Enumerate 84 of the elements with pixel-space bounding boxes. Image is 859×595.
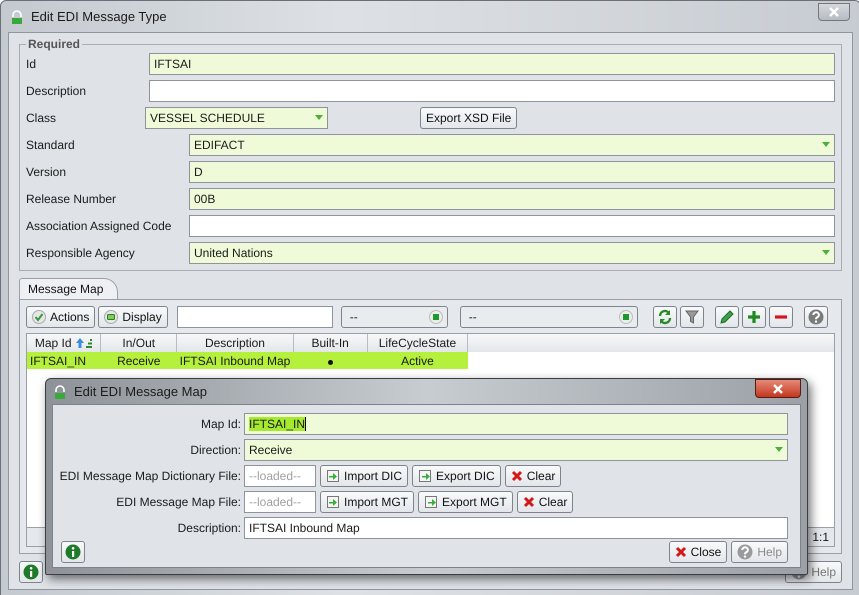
help-button[interactable] xyxy=(804,306,828,328)
info-icon xyxy=(65,544,81,560)
caret-icon xyxy=(822,250,830,256)
column-header[interactable]: In/Out xyxy=(100,334,177,352)
remove-button[interactable] xyxy=(768,306,793,328)
export-xsd-button[interactable]: Export XSD File xyxy=(420,107,518,129)
close-icon xyxy=(828,7,840,17)
info-icon xyxy=(23,564,39,580)
filter-icon xyxy=(684,309,699,325)
text-field[interactable]: 00B xyxy=(189,188,835,210)
dropdown-field[interactable]: VESSEL SCHEDULE xyxy=(145,107,328,129)
clear-button[interactable]: Clear xyxy=(516,491,574,513)
field-label: Standard xyxy=(26,138,75,152)
export-button[interactable]: Export DIC xyxy=(412,465,501,487)
check-icon xyxy=(32,310,46,324)
close-icon xyxy=(772,384,784,394)
column-header[interactable]: Map Id xyxy=(27,334,101,352)
refresh-button[interactable] xyxy=(652,306,677,328)
add-button[interactable] xyxy=(742,306,766,328)
field-label: Description xyxy=(26,84,86,98)
refresh-icon xyxy=(656,309,673,325)
export-icon xyxy=(418,469,432,483)
group-title: Required xyxy=(27,37,82,51)
text-field[interactable]: IFTSAI_IN xyxy=(244,413,788,435)
field-label: Direction: xyxy=(190,443,241,457)
export-icon xyxy=(424,495,438,509)
display-button[interactable]: Display xyxy=(98,306,168,328)
column-header[interactable]: Built-In xyxy=(293,334,368,352)
padlock-icon xyxy=(54,384,66,398)
caret-icon xyxy=(315,115,323,121)
dropdown-field[interactable]: United Nations xyxy=(189,242,835,264)
pencil-icon xyxy=(718,309,735,325)
field-label: Version xyxy=(26,165,66,179)
import-icon xyxy=(326,469,340,483)
field-label: Class xyxy=(26,111,56,125)
tab[interactable]: Message Map xyxy=(19,278,118,299)
text-field[interactable] xyxy=(149,80,835,102)
close-button[interactable] xyxy=(755,379,801,398)
field-label: Release Number xyxy=(26,192,116,206)
window-title: Edit EDI Message Type xyxy=(31,9,167,24)
field-label: EDI Message Map File: xyxy=(116,495,241,509)
field-label: EDI Message Map Dictionary File: xyxy=(60,469,241,483)
caret-icon xyxy=(822,142,830,148)
text-field[interactable] xyxy=(189,215,835,237)
filter-dropdown[interactable]: -- xyxy=(460,306,638,328)
field-label: Id xyxy=(26,57,36,71)
plus-icon xyxy=(746,310,761,324)
field-label: Description: xyxy=(178,521,241,535)
caret-icon xyxy=(775,447,783,453)
filter-dropdown[interactable]: -- xyxy=(340,306,448,328)
cross-icon xyxy=(510,470,523,482)
import-button[interactable]: Import DIC xyxy=(320,465,408,487)
actions-button[interactable]: Actions xyxy=(26,306,96,328)
search-field[interactable] xyxy=(176,306,333,328)
text-field[interactable]: IFTSAI xyxy=(149,53,835,75)
import-icon xyxy=(326,495,340,509)
field-label: Responsible Agency xyxy=(26,246,135,260)
table-cell: IFTSAI Inbound Map xyxy=(180,354,290,368)
column-header[interactable]: Description xyxy=(176,334,294,352)
edit-button[interactable] xyxy=(714,306,739,328)
field-label: Map Id: xyxy=(200,417,241,431)
export-button[interactable]: Export MGT xyxy=(418,491,513,513)
dropdown-field[interactable]: Receive xyxy=(244,439,788,461)
dropdown-field[interactable]: EDIFACT xyxy=(189,134,835,156)
info-button[interactable] xyxy=(19,560,43,582)
filter-button[interactable] xyxy=(680,306,704,328)
text-field[interactable]: IFTSAI Inbound Map xyxy=(244,517,788,539)
import-button[interactable]: Import MGT xyxy=(320,491,414,513)
cross-icon xyxy=(674,546,687,558)
dialog-title: Edit EDI Message Map xyxy=(74,384,207,399)
table-cell: Receive xyxy=(117,354,160,368)
padlock-icon xyxy=(11,10,23,24)
table-cell: IFTSAI_IN xyxy=(30,354,86,368)
sort-ascending-icon xyxy=(74,337,93,349)
field-label: Association Assigned Code xyxy=(26,219,172,233)
cross-icon xyxy=(522,496,535,508)
column-header[interactable]: LifeCycleState xyxy=(367,334,468,352)
info-button[interactable] xyxy=(61,541,85,563)
text-field[interactable]: D xyxy=(189,161,835,183)
table-row[interactable]: IFTSAI_IN Receive IFTSAI Inbound Map Active xyxy=(27,352,834,369)
table-cell: Active xyxy=(401,354,434,368)
window-icon xyxy=(104,310,118,324)
close-button[interactable]: Close xyxy=(668,541,728,563)
clear-button[interactable]: Clear xyxy=(504,465,562,487)
